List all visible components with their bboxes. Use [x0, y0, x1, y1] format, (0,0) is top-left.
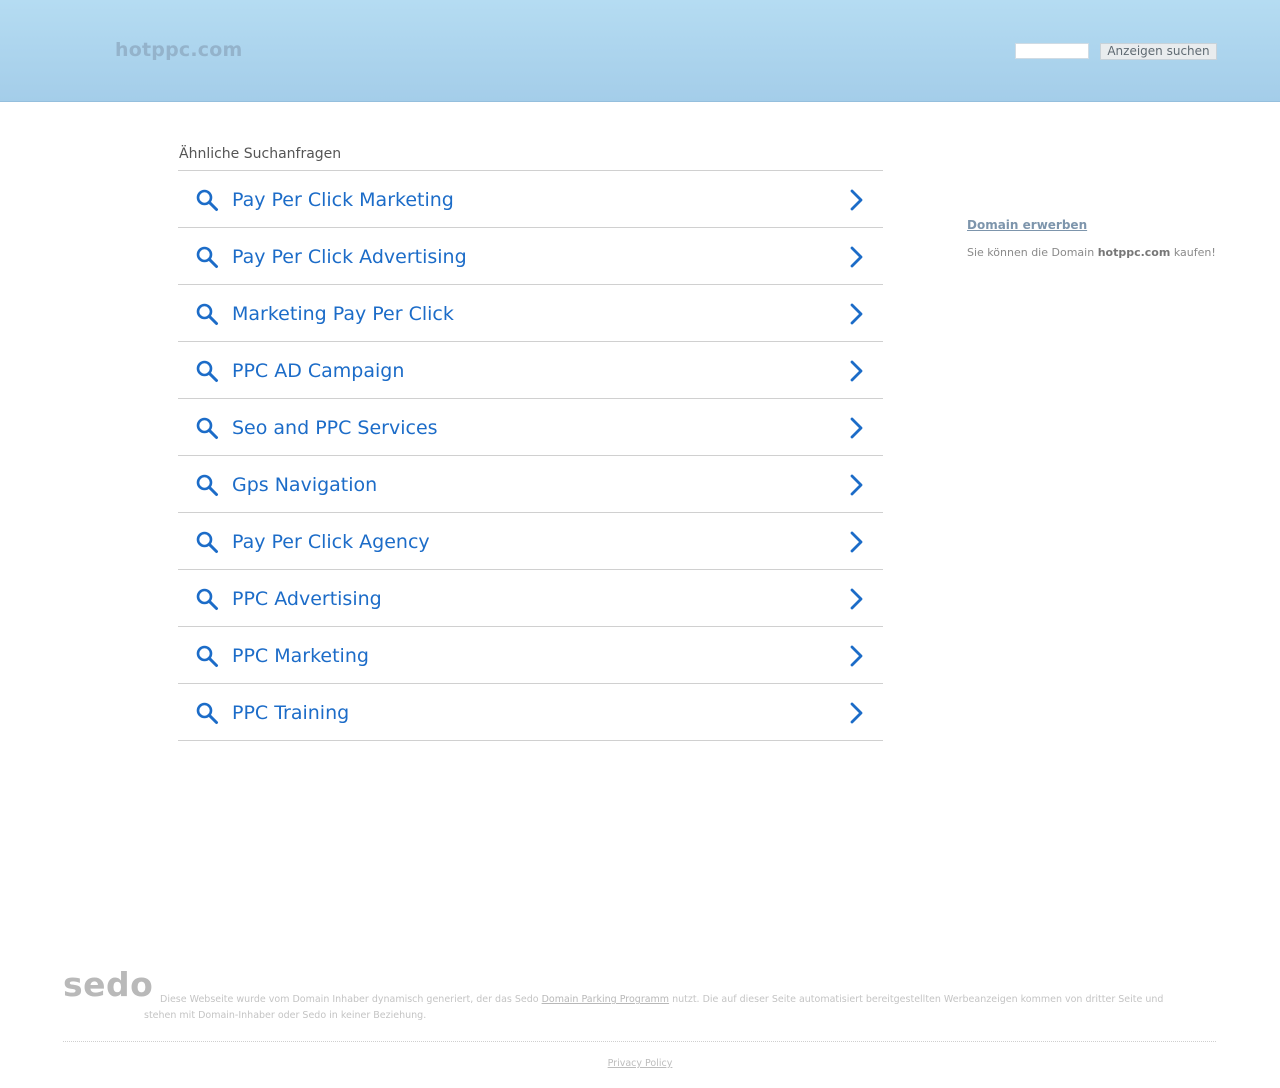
chevron-right-icon — [850, 702, 863, 724]
chevron-right-icon — [850, 474, 863, 496]
search-icon — [196, 531, 218, 553]
related-search-item[interactable]: Gps Navigation — [178, 456, 883, 513]
sedo-logo: sedo — [63, 965, 154, 1004]
chevron-right-icon — [850, 303, 863, 325]
search-icon — [196, 645, 218, 667]
search-icon — [196, 588, 218, 610]
chevron-right-icon — [850, 588, 863, 610]
related-search-label: PPC Advertising — [232, 588, 382, 610]
footer-disclaimer: Diese Webseite wurde vom Domain Inhaber … — [144, 992, 1174, 1024]
chevron-right-icon — [850, 531, 863, 553]
search-icon — [196, 474, 218, 496]
chevron-right-icon — [850, 645, 863, 667]
search-icon — [196, 417, 218, 439]
chevron-right-icon — [850, 189, 863, 211]
footer-divider — [63, 1041, 1216, 1042]
buy-domain-name: hotppc.com — [1097, 246, 1171, 259]
related-search-label: Pay Per Click Marketing — [232, 189, 454, 211]
related-search-item[interactable]: Seo and PPC Services — [178, 399, 883, 456]
chevron-right-icon — [850, 246, 863, 268]
search-icon — [196, 246, 218, 268]
chevron-right-icon — [850, 360, 863, 382]
related-search-item[interactable]: PPC Training — [178, 684, 883, 741]
buy-domain-text-after: kaufen! — [1170, 246, 1216, 259]
buy-domain-link[interactable]: Domain erwerben — [967, 218, 1087, 232]
related-search-label: Gps Navigation — [232, 474, 378, 496]
related-search-label: PPC AD Campaign — [232, 360, 405, 382]
related-search-item[interactable]: PPC Advertising — [178, 570, 883, 627]
buy-domain-text: Sie können die Domain hotppc.com kaufen! — [967, 246, 1216, 259]
domain-parking-link[interactable]: Domain Parking Programm — [542, 994, 669, 1005]
related-search-label: PPC Training — [232, 702, 350, 724]
buy-domain-text-before: Sie können die Domain — [967, 246, 1098, 259]
related-search-item[interactable]: Marketing Pay Per Click — [178, 285, 883, 342]
search-icon — [196, 303, 218, 325]
related-search-label: Pay Per Click Advertising — [232, 246, 467, 268]
related-search-label: Seo and PPC Services — [232, 417, 438, 439]
related-search-item[interactable]: Pay Per Click Marketing — [178, 171, 883, 228]
related-search-label: PPC Marketing — [232, 645, 369, 667]
search-button[interactable]: Anzeigen suchen — [1100, 43, 1217, 60]
search-icon — [196, 702, 218, 724]
related-search-item[interactable]: PPC AD Campaign — [178, 342, 883, 399]
disclaimer-text-1: Diese Webseite wurde vom Domain Inhaber … — [160, 994, 542, 1005]
header-bar: hotppc.com Anzeigen suchen — [0, 0, 1280, 102]
search-icon — [196, 360, 218, 382]
related-search-item[interactable]: Pay Per Click Agency — [178, 513, 883, 570]
privacy-container: Privacy Policy — [0, 1058, 1280, 1069]
search-input[interactable] — [1015, 43, 1089, 59]
related-search-label: Pay Per Click Agency — [232, 531, 430, 553]
privacy-policy-link[interactable]: Privacy Policy — [608, 1058, 673, 1069]
related-search-item[interactable]: Pay Per Click Advertising — [178, 228, 883, 285]
related-searches-title: Ähnliche Suchanfragen — [179, 146, 342, 162]
related-searches-list: Pay Per Click Marketing Pay Per Click Adv… — [178, 170, 883, 741]
related-search-label: Marketing Pay Per Click — [232, 303, 454, 325]
related-search-item[interactable]: PPC Marketing — [178, 627, 883, 684]
search-icon — [196, 189, 218, 211]
chevron-right-icon — [850, 417, 863, 439]
site-title: hotppc.com — [115, 39, 243, 61]
